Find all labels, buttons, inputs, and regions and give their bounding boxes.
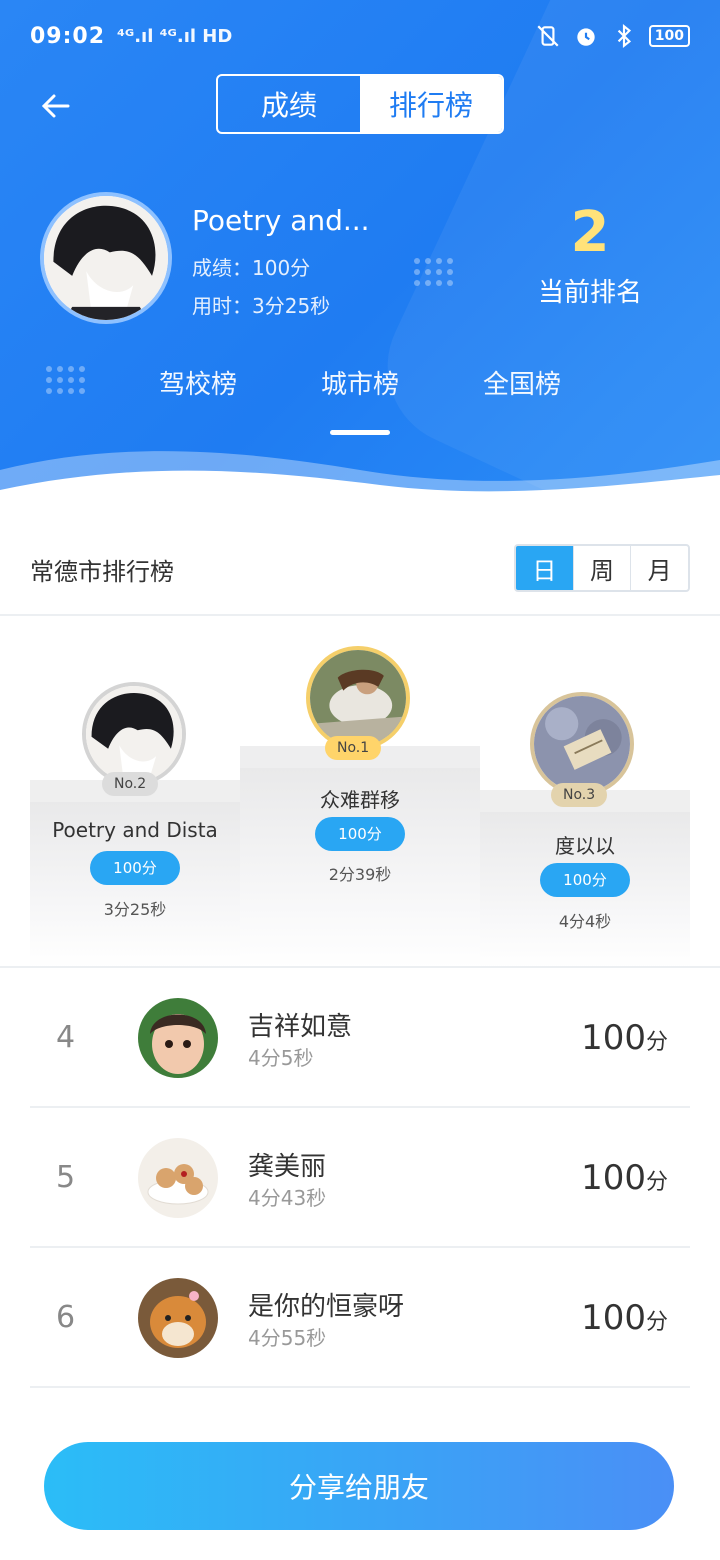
row-score: 100分 <box>581 1018 668 1058</box>
third-place-badge: No.3 <box>551 783 608 807</box>
dot-pattern-decoration <box>414 258 453 286</box>
row-avatar <box>138 998 218 1078</box>
tab-city[interactable]: 城市榜 <box>300 364 420 401</box>
row-name: 是你的恒豪呀 <box>248 1292 405 1322</box>
row-score-unit: 分 <box>645 1030 668 1055</box>
my-score: 成绩：100分 <box>192 256 311 280</box>
current-rank-number: 2 <box>570 200 610 265</box>
ranking-row: 4 吉祥如意 4分5秒 100分 <box>30 968 690 1108</box>
row-avatar <box>138 1278 218 1358</box>
result-ranking-switch: 成绩 排行榜 <box>216 74 504 134</box>
row-time: 4分55秒 <box>248 1326 327 1350</box>
third-place-name: 度以以 <box>555 834 615 858</box>
row-time: 4分5秒 <box>248 1046 314 1070</box>
row-rank: 5 <box>56 1160 76 1195</box>
category-tabs: 驾校榜 城市榜 全国榜 <box>0 356 720 416</box>
row-rank: 6 <box>56 1300 76 1335</box>
podium: No.2 Poetry and Dista 100分 3分25秒 No.1 众难… <box>0 616 720 968</box>
third-place-score: 100分 <box>540 863 630 897</box>
second-place-score: 100分 <box>90 851 180 885</box>
ranking-title: 常德市排行榜 <box>30 558 174 586</box>
my-avatar <box>40 192 172 324</box>
mute-vibrate-icon <box>537 25 559 47</box>
second-place-time: 3分25秒 <box>103 900 167 919</box>
first-place-score: 100分 <box>315 817 405 851</box>
row-score: 100分 <box>581 1298 668 1338</box>
row-score-value: 100 <box>581 1018 646 1058</box>
second-place-badge: No.2 <box>102 772 159 796</box>
back-arrow-icon[interactable] <box>36 86 76 126</box>
tab-score[interactable]: 成绩 <box>218 76 360 132</box>
row-score-value: 100 <box>581 1158 646 1198</box>
period-month[interactable]: 月 <box>630 546 688 590</box>
period-week[interactable]: 周 <box>572 546 631 590</box>
battery-indicator: 100 <box>648 25 690 47</box>
tab-national[interactable]: 全国榜 <box>462 364 582 401</box>
first-place-badge: No.1 <box>325 736 382 760</box>
row-avatar <box>138 1138 218 1218</box>
my-time: 用时：3分25秒 <box>192 294 331 318</box>
bluetooth-icon <box>617 23 631 49</box>
period-day[interactable]: 日 <box>516 546 573 590</box>
row-name: 吉祥如意 <box>248 1012 353 1042</box>
second-place-avatar <box>82 682 186 786</box>
ranking-row: 5 龚美丽 4分43秒 100分 <box>30 1108 690 1248</box>
status-bar: 09:02 ⁴ᴳ.ıl ⁴ᴳ.ıl HD 100 <box>0 0 720 72</box>
network-indicator: ⁴ᴳ.ıl ⁴ᴳ.ıl HD <box>117 25 233 47</box>
row-score-value: 100 <box>581 1298 646 1338</box>
ranking-row: 6 是你的恒豪呀 4分55秒 100分 <box>30 1248 690 1388</box>
row-score-unit: 分 <box>645 1310 668 1335</box>
header-wave <box>0 451 720 510</box>
row-rank: 4 <box>56 1020 76 1055</box>
tab-school[interactable]: 驾校榜 <box>138 364 258 401</box>
first-place-name: 众难群移 <box>320 788 400 812</box>
current-rank-label: 当前排名 <box>537 278 642 308</box>
second-place-name: Poetry and Dista <box>52 818 218 842</box>
row-score: 100分 <box>581 1158 668 1198</box>
share-to-friends-button[interactable]: 分享给朋友 <box>44 1442 674 1530</box>
first-place-avatar <box>306 646 410 750</box>
third-place-avatar <box>530 692 634 796</box>
row-time: 4分43秒 <box>248 1186 327 1210</box>
row-score-unit: 分 <box>645 1170 668 1195</box>
first-place-time: 2分39秒 <box>328 865 392 884</box>
my-name: Poetry and... <box>192 204 370 237</box>
active-tab-indicator <box>330 430 390 435</box>
tab-leaderboard[interactable]: 排行榜 <box>360 76 502 132</box>
period-switch: 日 周 月 <box>514 544 690 592</box>
row-name: 龚美丽 <box>248 1152 327 1182</box>
status-time: 09:02 <box>30 23 106 49</box>
third-place-time: 4分4秒 <box>558 912 612 931</box>
alarm-icon <box>577 28 595 46</box>
